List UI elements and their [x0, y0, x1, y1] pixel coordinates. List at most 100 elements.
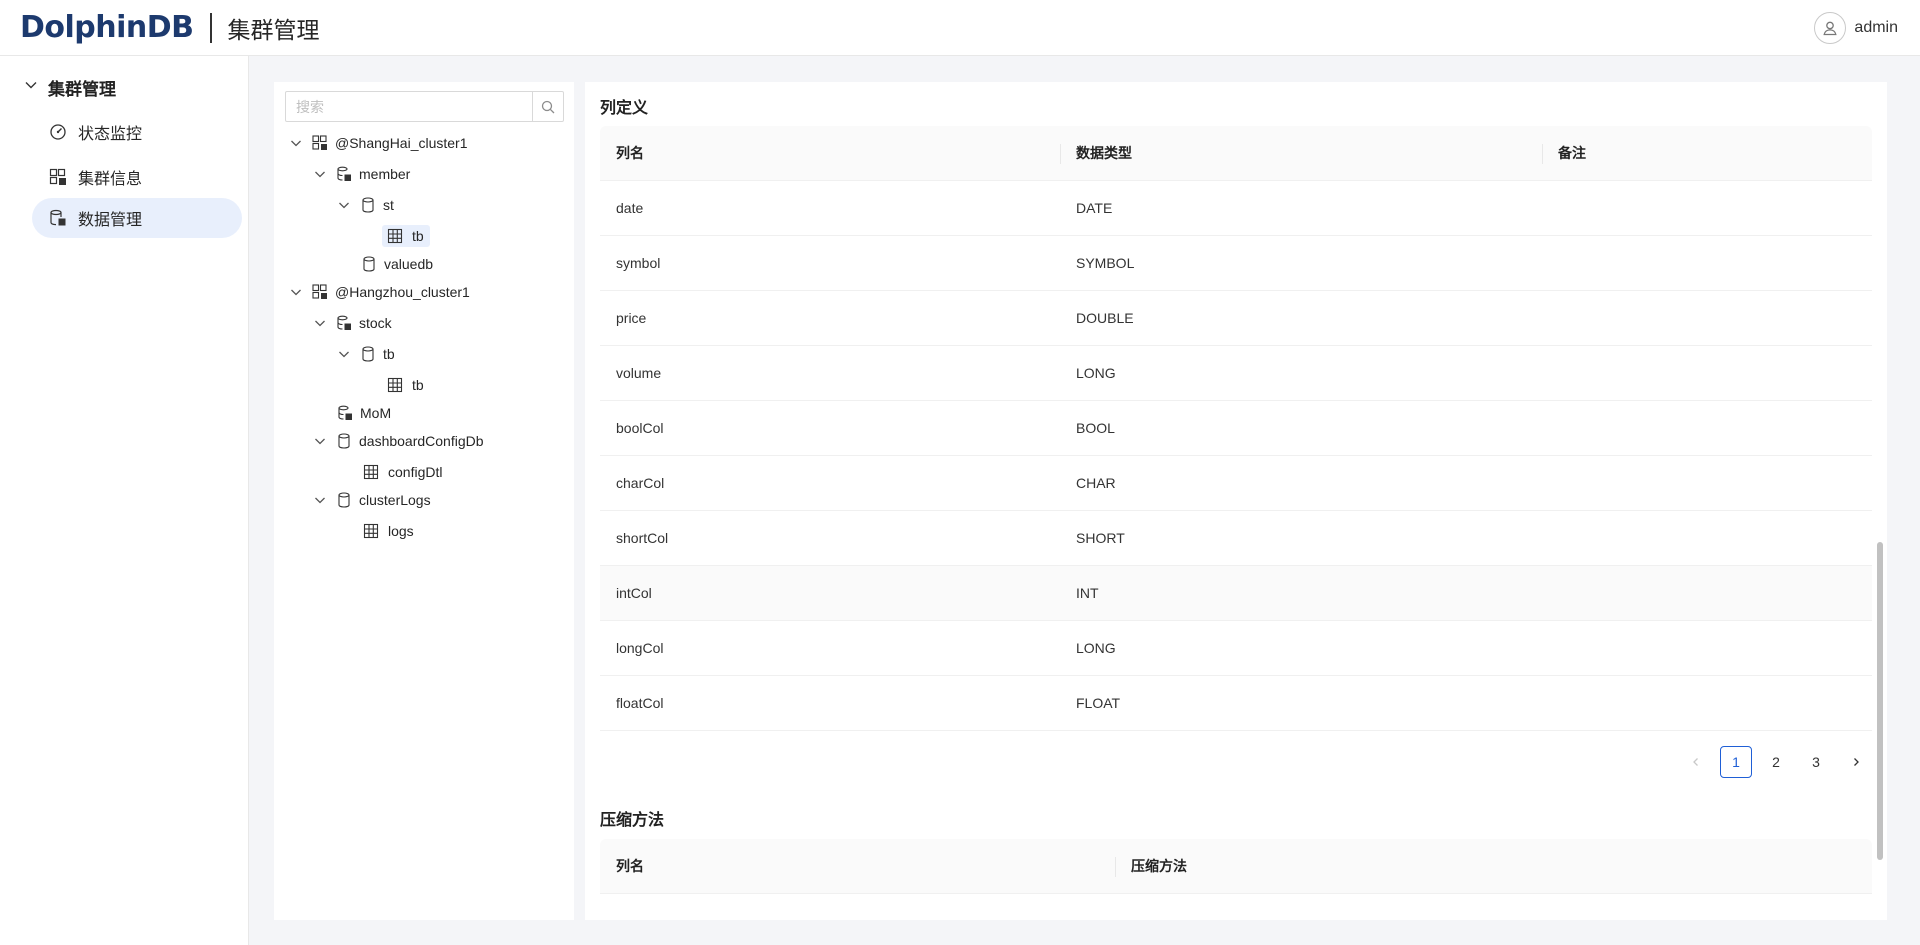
tree-node-label: tb [412, 228, 424, 244]
columns-table-header: 列名 数据类型 备注 [600, 126, 1872, 181]
chevron-down-icon[interactable] [288, 135, 304, 151]
cluster-icon [48, 167, 68, 187]
table-row[interactable]: shortCol SHORT [600, 511, 1872, 566]
column-header-note: 备注 [1542, 126, 1872, 180]
menu-group-cluster-management[interactable]: 集群管理 [24, 72, 116, 102]
cell-data-type: LONG [1076, 640, 1116, 656]
tree-node-label: @Hangzhou_cluster1 [335, 284, 470, 300]
tree-node-table-tb-selected[interactable]: tb [382, 223, 430, 249]
cell-column-name: floatCol [616, 695, 664, 711]
page-button-1[interactable]: 1 [1720, 746, 1752, 778]
menu-group-label: 集群管理 [48, 79, 116, 99]
logo-text: DolphinDB [20, 10, 194, 45]
cell-data-type: DOUBLE [1076, 310, 1134, 326]
search-input[interactable] [286, 92, 532, 121]
chevron-down-icon[interactable] [24, 78, 38, 97]
tree-node-valuedb[interactable]: valuedb [360, 251, 437, 277]
table-row[interactable]: longCol LONG [600, 621, 1872, 676]
tree-node-selection[interactable]: tb [382, 225, 430, 247]
cell-column-name: price [616, 310, 647, 326]
tree-node-cluster-logs[interactable]: clusterLogs [312, 487, 435, 513]
column-header-type: 数据类型 [1060, 126, 1542, 180]
gauge-icon [48, 122, 68, 142]
tree-node-member[interactable]: member [312, 161, 414, 187]
prev-page-button[interactable] [1680, 746, 1712, 778]
chevron-down-icon[interactable] [312, 166, 328, 182]
user-avatar-icon[interactable] [1814, 12, 1847, 44]
columns-pagination: 1 2 3 [1680, 746, 1872, 778]
chevron-down-icon[interactable] [336, 197, 352, 213]
search-button[interactable] [532, 92, 563, 121]
cell-data-type: SYMBOL [1076, 255, 1135, 271]
cell-column-name: volume [616, 365, 662, 381]
username[interactable]: admin [1854, 19, 1898, 37]
vertical-scrollbar[interactable] [1877, 82, 1883, 920]
chevron-down-icon[interactable] [312, 433, 328, 449]
tree-node-table-tb[interactable]: tb [386, 372, 428, 398]
table-icon [386, 376, 404, 394]
tree-node-logs[interactable]: logs [362, 518, 418, 544]
table-row[interactable]: symbol SYMBOL [600, 236, 1872, 291]
tree-node-config-dtl[interactable]: configDtl [362, 459, 446, 485]
tree-node-label: tb [412, 377, 424, 393]
columns-section-title: 列定义 [600, 100, 649, 117]
next-page-button[interactable] [1840, 746, 1872, 778]
table-row[interactable]: boolCol BOOL [600, 401, 1872, 456]
tree-node-stock[interactable]: stock [312, 310, 396, 336]
tree-node-label: logs [388, 523, 414, 539]
sidebar-item-cluster-info[interactable]: 集群信息 [32, 157, 242, 197]
table-row[interactable]: price DOUBLE [600, 291, 1872, 346]
chevron-down-icon[interactable] [336, 346, 352, 362]
scrollbar-thumb[interactable] [1877, 542, 1883, 860]
tree-node-label: member [359, 166, 411, 182]
logo[interactable]: DolphinDB 集群管理 [20, 0, 320, 56]
tree-search [285, 91, 564, 122]
chevron-down-icon[interactable] [288, 284, 304, 300]
sidebar-item-status-monitor[interactable]: 状态监控 [32, 112, 242, 152]
cell-data-type: CHAR [1076, 475, 1116, 491]
node-icon [335, 165, 353, 183]
table-row[interactable]: charCol CHAR [600, 456, 1872, 511]
database-tree-panel: @ShangHai_cluster1 member st tb valuedb … [274, 82, 574, 920]
sidebar-item-label: 数据管理 [78, 212, 143, 229]
node-icon [335, 314, 353, 332]
database-icon [359, 345, 377, 363]
tree-node-mom[interactable]: MoM [336, 400, 395, 426]
chevron-down-icon[interactable] [312, 315, 328, 331]
tree-node-dashboard-config-db[interactable]: dashboardConfigDb [312, 428, 488, 454]
tree-node-label: stock [359, 315, 392, 331]
table-row[interactable]: date DATE [600, 181, 1872, 236]
table-row[interactable]: volume LONG [600, 346, 1872, 401]
database-icon [335, 432, 353, 450]
column-header-label: 列名 [616, 145, 644, 161]
database-icon [335, 491, 353, 509]
table-row[interactable]: floatCol FLOAT [600, 676, 1872, 731]
cell-column-name: symbol [616, 255, 661, 271]
column-header-label: 压缩方法 [1131, 858, 1187, 874]
tree-node-shanghai-cluster[interactable]: @ShangHai_cluster1 [288, 130, 472, 156]
tree-node-st[interactable]: st [336, 192, 398, 218]
column-header-label: 列名 [616, 858, 644, 874]
column-header-name: 列名 [600, 126, 1060, 180]
sidebar-item-data-management[interactable]: 数据管理 [32, 198, 242, 238]
tree-node-label: valuedb [384, 256, 434, 272]
chevron-down-icon[interactable] [312, 492, 328, 508]
cell-data-type: LONG [1076, 365, 1116, 381]
node-icon [336, 404, 354, 422]
table-detail-panel: 列定义 列名 数据类型 备注 date DATE symbol SYMBOL p… [585, 82, 1887, 920]
tree-node-hangzhou-cluster[interactable]: @Hangzhou_cluster1 [288, 279, 474, 305]
page-title: 集群管理 [227, 16, 320, 43]
tree-node-label: MoM [360, 405, 392, 421]
cell-column-name: intCol [616, 585, 652, 601]
compression-header-name: 列名 [600, 839, 1115, 893]
app-header: DolphinDB 集群管理 admin [0, 0, 1920, 56]
cluster-icon [311, 283, 329, 301]
page-button-2[interactable]: 2 [1760, 746, 1792, 778]
sidebar: 集群管理 状态监控 集群信息 数据管理 [0, 56, 249, 945]
tree-node-label: tb [383, 346, 395, 362]
table-row-hovered[interactable]: intCol INT [600, 566, 1872, 621]
page-button-3[interactable]: 3 [1800, 746, 1832, 778]
cell-data-type: FLOAT [1076, 695, 1121, 711]
tree-node-tb-database[interactable]: tb [336, 341, 399, 367]
user-menu[interactable]: admin [1814, 12, 1898, 44]
